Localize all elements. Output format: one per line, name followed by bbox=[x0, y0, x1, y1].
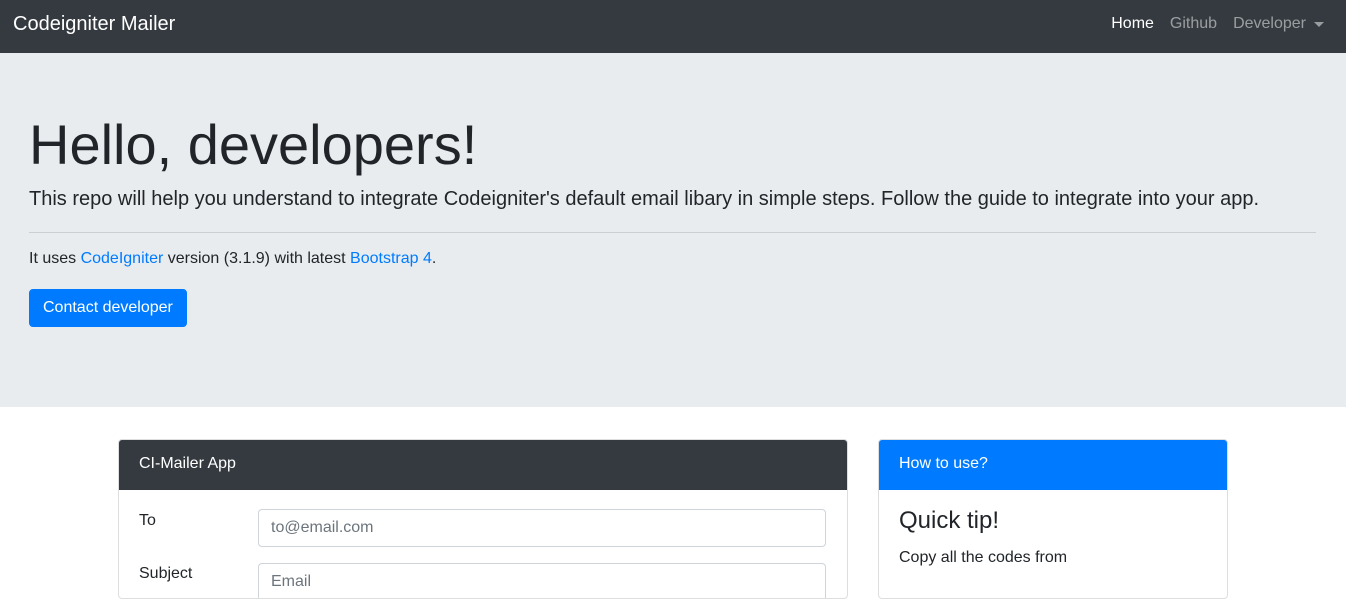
lead-text: This repo will help you understand to in… bbox=[29, 188, 1260, 210]
to-email-input[interactable] bbox=[258, 509, 826, 547]
nav-link-home[interactable]: Home bbox=[1111, 14, 1154, 34]
mailer-card: CI-Mailer App To Subject bbox=[118, 439, 848, 599]
quick-tip-title: Quick tip! bbox=[899, 507, 1000, 534]
howto-card-header: How to use? bbox=[879, 440, 1227, 490]
version-info-middle: version (3.1.9) with latest bbox=[163, 250, 351, 267]
nav-dropdown-developer[interactable]: Developer bbox=[1233, 14, 1324, 34]
version-info: It uses CodeIgniter version (3.1.9) with… bbox=[29, 249, 436, 269]
nav-links: Home Github Developer bbox=[1111, 14, 1324, 34]
quick-tip-text: Copy all the codes from bbox=[899, 549, 1068, 566]
to-label: To bbox=[139, 512, 156, 529]
divider bbox=[29, 232, 1316, 233]
codeigniter-link[interactable]: CodeIgniter bbox=[81, 250, 164, 267]
nav-link-github[interactable]: Github bbox=[1170, 14, 1217, 34]
jumbotron: Hello, developers! This repo will help y… bbox=[0, 53, 1346, 407]
howto-card: How to use? Quick tip! Copy all the code… bbox=[878, 439, 1228, 599]
navbar: Codeigniter Mailer Home Github Developer bbox=[0, 0, 1346, 53]
subject-input[interactable] bbox=[258, 563, 826, 598]
navbar-brand[interactable]: Codeigniter Mailer bbox=[13, 12, 175, 36]
caret-down-icon bbox=[1314, 22, 1324, 27]
subject-label: Subject bbox=[139, 565, 193, 582]
bootstrap-link[interactable]: Bootstrap 4 bbox=[350, 250, 432, 267]
version-info-suffix: . bbox=[431, 250, 437, 267]
version-info-prefix: It uses bbox=[29, 250, 81, 267]
mailer-card-header: CI-Mailer App bbox=[119, 440, 847, 490]
contact-developer-button[interactable]: Contact developer bbox=[29, 289, 187, 327]
nav-dropdown-developer-label: Developer bbox=[1233, 15, 1306, 32]
page-title: Hello, developers! bbox=[29, 113, 478, 176]
